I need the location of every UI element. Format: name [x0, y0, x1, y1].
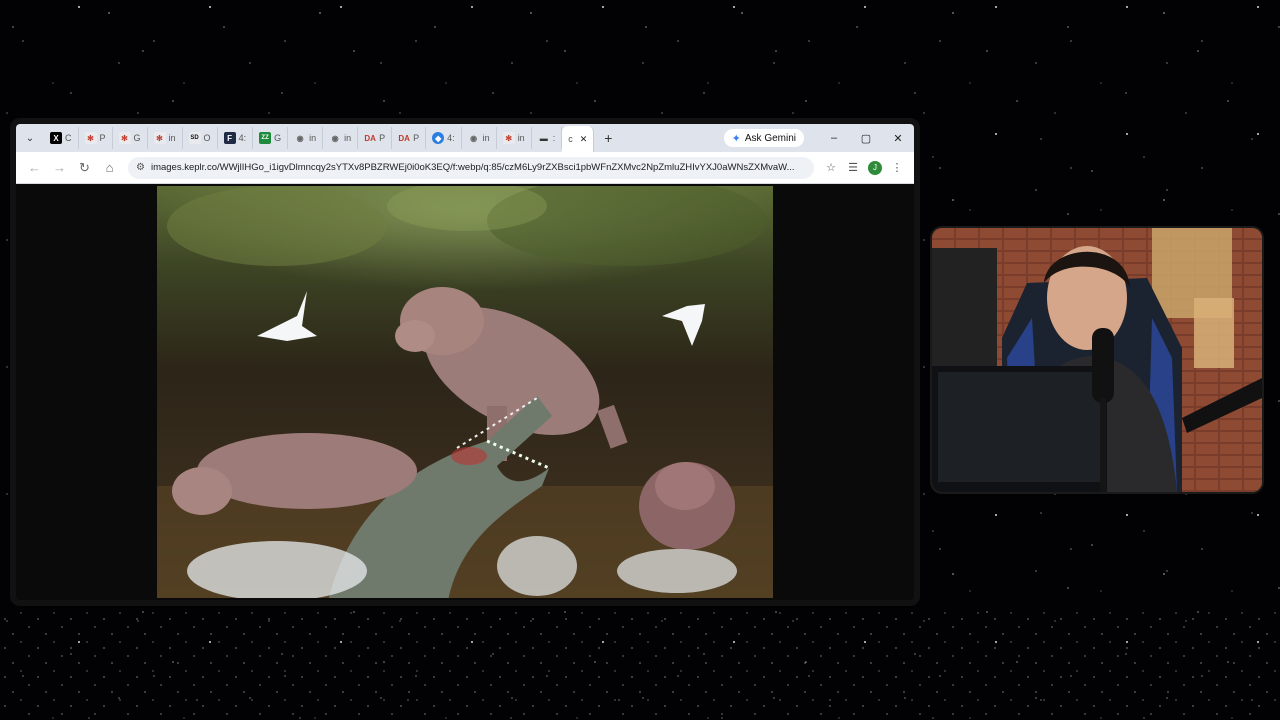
tab-8[interactable]: ◉ in [288, 127, 324, 149]
tab-1[interactable]: X C [44, 127, 79, 149]
close-window-button[interactable]: ✕ [882, 132, 914, 145]
tool-icon: ✻ [502, 132, 515, 144]
browser-toolbar: ← → ↻ ⌂ ⚙ images.keplr.co/WWjlIHGo_i1igv… [16, 152, 914, 184]
minimize-button[interactable]: – [818, 132, 850, 145]
tab-label: G [133, 133, 141, 143]
browser-window: ⌄ X C ✻ P ✻ G ✻ in SD O F 4: ZZ G ◉ in ◉… [16, 124, 914, 600]
tab-label: O [203, 133, 211, 143]
tab-label: in [168, 133, 176, 143]
tab-5[interactable]: SD O [183, 127, 218, 149]
streamer-webcam-feed [932, 228, 1262, 492]
bar-icon: ▬ [539, 133, 548, 143]
tab-14[interactable]: ✻ in [497, 127, 532, 149]
maximize-button[interactable]: ▢ [850, 132, 882, 145]
close-tab-icon[interactable]: ✕ [580, 134, 588, 145]
url-text: images.keplr.co/WWjlIHGo_i1igvDlmncqy2sY… [150, 162, 795, 173]
tab-search-icon[interactable]: ⌄ [20, 128, 40, 148]
page-viewport [16, 184, 914, 600]
f-logo-icon: F [223, 132, 236, 144]
address-bar[interactable]: ⚙ images.keplr.co/WWjlIHGo_i1igvDlmncqy2… [128, 156, 814, 179]
tab-4[interactable]: ✻ in [148, 127, 183, 149]
globe-icon: ◉ [331, 133, 339, 143]
starfield-dense [0, 610, 1280, 720]
forward-button[interactable]: → [47, 160, 72, 175]
tab-label: in [482, 133, 490, 143]
displayed-image [157, 186, 773, 598]
menu-icon[interactable]: ⋮ [886, 161, 908, 174]
tab-active[interactable]: c ✕ [562, 126, 595, 152]
tab-strip: ⌄ X C ✻ P ✻ G ✻ in SD O F 4: ZZ G ◉ in ◉… [16, 124, 914, 152]
gemini-label: Ask Gemini [744, 132, 796, 144]
tab-label: C [65, 133, 72, 143]
window-controls: – ▢ ✕ [818, 132, 914, 145]
da-logo-icon: DA [364, 133, 376, 143]
bookmark-star-icon[interactable]: ☆ [820, 161, 842, 174]
tab-15[interactable]: ▬ : [532, 127, 563, 149]
da-logo-icon: DA [398, 133, 410, 143]
blue-logo-icon: ◆ [432, 132, 445, 144]
tab-label: 4: [447, 133, 455, 143]
back-button[interactable]: ← [22, 160, 47, 175]
site-info-icon[interactable]: ⚙ [136, 162, 145, 173]
tab-label: 4: [238, 133, 247, 143]
tab-label: : [552, 133, 556, 143]
tab-12[interactable]: ◆ 4: [426, 127, 462, 149]
tab-2[interactable]: ✻ P [79, 127, 113, 149]
tab-3[interactable]: ✻ G [113, 127, 148, 149]
tab-label: in [309, 133, 317, 143]
webcam-overlay [932, 228, 1262, 492]
tab-label: P [379, 133, 386, 143]
tab-6[interactable]: F 4: [218, 127, 254, 149]
tab-label: in [344, 133, 352, 143]
tool-icon: ✻ [84, 132, 97, 144]
ask-gemini-button[interactable]: ✦ Ask Gemini [723, 129, 804, 147]
green-logo-icon: ZZ [259, 132, 272, 144]
globe-icon: ◉ [296, 133, 304, 143]
tab-11[interactable]: DA P [392, 127, 427, 149]
home-button[interactable]: ⌂ [97, 160, 122, 175]
page-icon: SD [188, 132, 201, 144]
hippo-crocodile-illustration [157, 186, 773, 598]
reload-button[interactable]: ↻ [72, 160, 97, 176]
tool-icon: ✻ [153, 132, 166, 144]
profile-avatar[interactable]: J [868, 160, 882, 175]
tab-label: in [517, 133, 525, 143]
reading-list-icon[interactable]: ☰ [842, 161, 864, 174]
tab-13[interactable]: ◉ in [462, 127, 497, 149]
tab-label: P [413, 133, 420, 143]
tab-7[interactable]: ZZ G [253, 127, 289, 149]
globe-icon: ◉ [470, 133, 478, 143]
tab-label: G [274, 133, 282, 143]
tab-10[interactable]: DA P [358, 127, 393, 149]
tool-icon: ✻ [118, 132, 131, 144]
x-logo-icon: X [50, 132, 62, 144]
tab-label: c [568, 134, 573, 144]
new-tab-button[interactable]: + [594, 130, 622, 146]
tab-label: P [99, 133, 106, 143]
gemini-spark-icon: ✦ [731, 132, 741, 145]
tab-9[interactable]: ◉ in [323, 127, 359, 149]
